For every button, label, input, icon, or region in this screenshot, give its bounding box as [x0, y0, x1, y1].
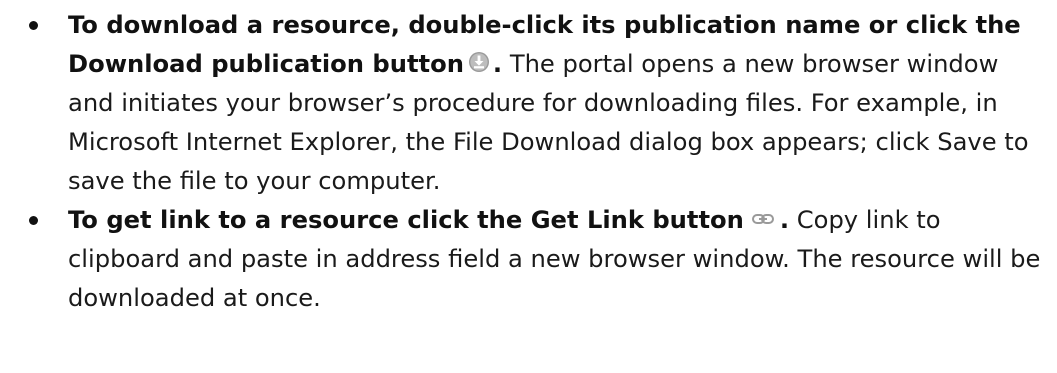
- get-link-instruction-period: .: [779, 206, 790, 234]
- get-link-instruction-lead: To get link to a resource click the Get …: [68, 206, 744, 234]
- list-item-download: To download a resource, double-click its…: [28, 6, 1047, 201]
- chain-link-icon: [751, 213, 774, 224]
- bullet-icon: [29, 21, 38, 30]
- list-item-get-link: To get link to a resource click the Get …: [28, 201, 1047, 318]
- bullet-icon: [29, 216, 38, 225]
- document-page: To download a resource, double-click its…: [0, 0, 1057, 373]
- instruction-list: To download a resource, double-click its…: [28, 6, 1047, 318]
- download-circle-icon: [468, 52, 489, 72]
- download-instruction-period: .: [492, 50, 503, 78]
